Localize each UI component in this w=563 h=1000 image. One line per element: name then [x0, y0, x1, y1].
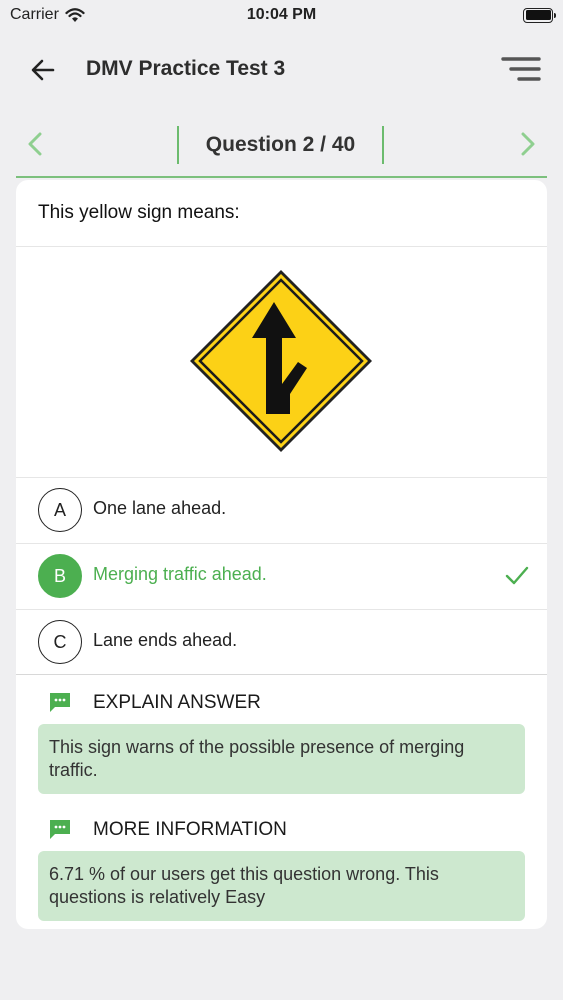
divider	[16, 246, 547, 247]
next-question-button[interactable]	[513, 128, 543, 160]
more-information-box: 6.71 % of our users get this question wr…	[38, 851, 525, 921]
menu-button[interactable]	[501, 54, 541, 86]
merging-traffic-sign-image	[190, 270, 372, 452]
app-header: DMV Practice Test 3	[0, 40, 563, 100]
back-button[interactable]	[26, 54, 60, 86]
more-information-header: MORE INFORMATION	[48, 814, 287, 844]
more-information-title: MORE INFORMATION	[93, 819, 287, 840]
chevron-right-icon	[521, 132, 535, 156]
previous-question-button[interactable]	[20, 128, 50, 160]
answer-option-b[interactable]: B Merging traffic ahead.	[16, 543, 547, 609]
status-left: Carrier	[10, 6, 85, 24]
checkmark-icon	[505, 566, 529, 585]
nav-divider-right	[382, 126, 384, 164]
chat-bubble-icon	[50, 693, 70, 712]
arrow-left-icon	[31, 59, 55, 81]
chat-bubble-icon	[50, 820, 70, 839]
chevron-left-icon	[28, 132, 42, 156]
menu-lines-icon	[501, 57, 541, 81]
battery-icon	[523, 7, 556, 23]
explain-answer-header: EXPLAIN ANSWER	[48, 687, 261, 717]
option-letter-badge: A	[38, 488, 82, 532]
option-text: One lane ahead.	[93, 498, 227, 518]
question-navigator: Question 2 / 40	[16, 120, 547, 178]
question-counter: Question 2 / 40	[205, 133, 356, 156]
explain-answer-title: EXPLAIN ANSWER	[93, 692, 261, 713]
divider	[16, 674, 547, 675]
answer-option-c[interactable]: C Lane ends ahead.	[16, 609, 547, 675]
option-text: Lane ends ahead.	[93, 630, 238, 650]
question-text: This yellow sign means:	[38, 202, 240, 223]
option-letter-badge: C	[38, 620, 82, 664]
question-card: This yellow sign means: A One lane ahead…	[16, 180, 547, 929]
page-title: DMV Practice Test 3	[86, 57, 286, 80]
option-letter-badge: B	[38, 554, 82, 598]
answer-option-a[interactable]: A One lane ahead.	[16, 477, 547, 543]
carrier-label: Carrier	[10, 6, 59, 23]
wifi-icon	[65, 7, 85, 22]
option-text: Merging traffic ahead.	[93, 564, 267, 584]
explain-answer-box: This sign warns of the possible presence…	[38, 724, 525, 794]
status-bar: Carrier 10:04 PM	[0, 0, 563, 30]
